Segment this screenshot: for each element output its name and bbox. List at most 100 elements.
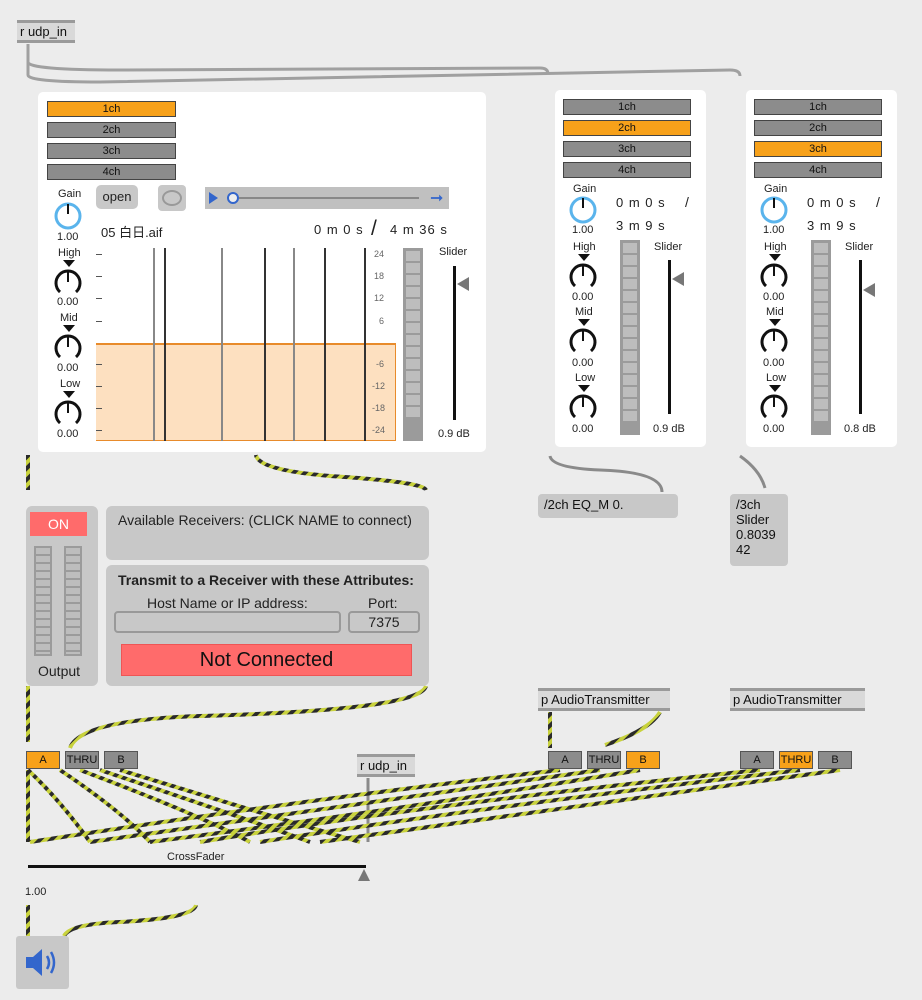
channel-2-button[interactable]: 2ch	[563, 120, 691, 136]
high-knob[interactable]	[567, 260, 599, 292]
low-knob[interactable]	[758, 391, 790, 423]
low-value: 0.00	[57, 428, 79, 440]
eq-line	[324, 248, 326, 441]
channel-3-button[interactable]: 3ch	[47, 143, 176, 159]
channel-4-button[interactable]: 4ch	[754, 162, 882, 178]
transport-bar[interactable]: ➞	[205, 187, 449, 209]
level-meter	[403, 248, 423, 441]
volume-slider-handle[interactable]	[863, 283, 875, 297]
crossfader-track[interactable]	[28, 865, 366, 868]
low-label: Low	[60, 378, 81, 390]
low-value: 0.00	[572, 423, 594, 435]
mid-knob[interactable]	[567, 325, 599, 357]
time-current: 0 m 0 s	[616, 195, 666, 210]
channel-1-button[interactable]: 1ch	[563, 99, 691, 115]
host-label: Host Name or IP address:	[147, 595, 308, 611]
channel-2-button[interactable]: 2ch	[754, 120, 882, 136]
volume-slider-track[interactable]	[668, 260, 671, 414]
receivers-panel[interactable]: Available Receivers: (CLICK NAME to conn…	[106, 506, 429, 560]
output-meter-left	[34, 546, 52, 656]
level-meter	[620, 240, 640, 435]
scale-tick: -12	[372, 381, 386, 391]
audio-transmitter-2[interactable]: p AudioTransmitter	[538, 688, 670, 711]
audio-transmitter-3[interactable]: p AudioTransmitter	[730, 688, 865, 711]
receive-object-udp-in[interactable]: r udp_in	[17, 20, 75, 43]
low-knob[interactable]	[52, 397, 84, 429]
mid-value: 0.00	[763, 357, 785, 369]
audio-output-button[interactable]	[16, 936, 69, 989]
volume-slider-track[interactable]	[859, 260, 862, 414]
eq-tick	[96, 364, 102, 365]
channel-2-button[interactable]: 2ch	[47, 122, 176, 138]
gain-knob[interactable]	[52, 200, 84, 232]
eq-line	[264, 248, 266, 441]
volume-slider-track[interactable]	[453, 266, 456, 420]
low-knob[interactable]	[567, 391, 599, 423]
message-line: 42	[736, 542, 751, 557]
volume-slider-handle[interactable]	[672, 272, 684, 286]
eq-line	[153, 248, 155, 441]
high-label: High	[573, 241, 596, 253]
switch-thru-button[interactable]: THRU	[65, 751, 99, 769]
time-separator: /	[685, 194, 689, 210]
gain-knob[interactable]	[758, 194, 790, 226]
mid-knob[interactable]	[52, 331, 84, 363]
scale-tick: 6	[379, 316, 385, 326]
low-label: Low	[766, 372, 787, 384]
scale-tick: 12	[374, 293, 385, 303]
channel-1-button[interactable]: 1ch	[47, 101, 176, 117]
eq-tick	[96, 430, 102, 431]
play-icon	[209, 192, 218, 204]
message-box-3ch[interactable]: /3ch Slider 0.8039 42	[730, 494, 788, 566]
eq-tick	[96, 276, 102, 277]
scale-tick: -18	[372, 403, 386, 413]
play-toggle[interactable]	[158, 185, 186, 211]
crossfader-label: CrossFader	[167, 851, 225, 863]
host-input[interactable]	[114, 611, 341, 633]
channel-1-button[interactable]: 1ch	[754, 99, 882, 115]
speaker-icon	[26, 949, 56, 976]
mid-value: 0.00	[57, 362, 79, 374]
switch-a-button[interactable]: A	[740, 751, 774, 769]
channel-3-button[interactable]: 3ch	[563, 141, 691, 157]
scale-tick: 24	[374, 249, 385, 259]
high-knob[interactable]	[758, 260, 790, 292]
playhead-knob[interactable]	[227, 192, 239, 204]
slider-value: 0.9 dB	[653, 423, 685, 435]
gain-label: Gain	[58, 188, 82, 200]
port-input[interactable]: 7375	[348, 611, 420, 633]
output-on-toggle[interactable]: ON	[30, 512, 87, 536]
switch-thru-button[interactable]: THRU	[587, 751, 621, 769]
message-box-2ch[interactable]: /2ch EQ_M 0.	[538, 494, 678, 518]
channel-4-button[interactable]: 4ch	[47, 164, 176, 180]
time-current: 0 m 0 s	[314, 222, 364, 237]
high-value: 0.00	[572, 291, 594, 303]
channel-4-button[interactable]: 4ch	[563, 162, 691, 178]
connection-status-button[interactable]: Not Connected	[121, 644, 412, 676]
switch-b-button[interactable]: B	[818, 751, 852, 769]
mid-knob[interactable]	[758, 325, 790, 357]
switch-b-button[interactable]: B	[104, 751, 138, 769]
eq-tick	[96, 254, 102, 255]
switch-thru-button[interactable]: THRU	[779, 751, 813, 769]
scale-tick: 18	[374, 271, 385, 281]
volume-slider-handle[interactable]	[457, 277, 469, 291]
open-file-button[interactable]: open	[96, 185, 138, 209]
gain-knob[interactable]	[567, 194, 599, 226]
message-line: Slider	[736, 512, 770, 527]
eq-display[interactable]: 24 18 12 6 -6 -12 -18 -24	[96, 248, 396, 441]
slider-value: 0.9 dB	[438, 428, 470, 440]
crossfader-handle[interactable]	[358, 869, 370, 881]
crossfader-value: 1.00	[25, 886, 47, 898]
switch-a-button[interactable]: A	[26, 751, 60, 769]
low-value: 0.00	[763, 423, 785, 435]
high-knob[interactable]	[52, 266, 84, 298]
receive-object-udp-in-2[interactable]: r udp_in	[357, 754, 415, 777]
mid-label: Mid	[60, 312, 78, 324]
switch-b-button[interactable]: B	[626, 751, 660, 769]
time-current: 0 m 0 s	[807, 195, 857, 210]
switch-a-button[interactable]: A	[548, 751, 582, 769]
time-total: 3 m 9 s	[616, 218, 666, 233]
channel-3-button[interactable]: 3ch	[754, 141, 882, 157]
eq-fill-region	[96, 343, 396, 441]
